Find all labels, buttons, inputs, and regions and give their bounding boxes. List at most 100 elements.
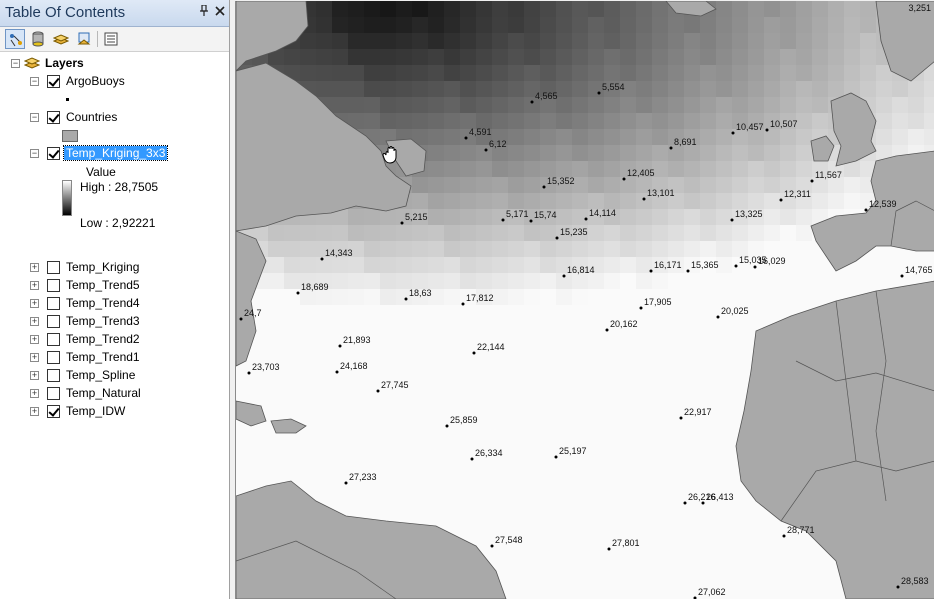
- buoy-point[interactable]: [669, 146, 673, 150]
- buoy-point[interactable]: [716, 315, 720, 319]
- expand-toggle-temp-trend4[interactable]: +: [30, 299, 39, 308]
- checkbox-argobuoys[interactable]: [47, 75, 60, 88]
- buoy-point[interactable]: [779, 198, 783, 202]
- list-by-source-button[interactable]: [28, 29, 48, 49]
- layers-root-label[interactable]: Layers: [45, 56, 84, 70]
- buoy-point[interactable]: [753, 265, 757, 269]
- buoy-point[interactable]: [607, 547, 611, 551]
- buoy-point[interactable]: [562, 274, 566, 278]
- expand-toggle-temp-natural[interactable]: +: [30, 389, 39, 398]
- expand-toggle-temp-trend2[interactable]: +: [30, 335, 39, 344]
- layer-label-temp-kriging-3x3[interactable]: Temp_Kriging_3x3: [62, 145, 169, 161]
- map-display[interactable]: 5,554 4,565 4,591 6,12 8,691 10,457 10,507 15,3…: [235, 1, 934, 599]
- buoy-point[interactable]: [335, 370, 339, 374]
- buoy-point[interactable]: [605, 328, 609, 332]
- buoy-point[interactable]: [400, 221, 404, 225]
- checkbox-temp-spline[interactable]: [47, 369, 60, 382]
- buoy-point[interactable]: [649, 269, 653, 273]
- buoy-point[interactable]: [445, 424, 449, 428]
- buoy-point[interactable]: [584, 217, 588, 221]
- buoy-point[interactable]: [597, 91, 601, 95]
- selection-icon: [77, 32, 91, 45]
- buoy-point[interactable]: [247, 371, 251, 375]
- buoy-point[interactable]: [239, 317, 243, 321]
- expand-toggle-temp-trend3[interactable]: +: [30, 317, 39, 326]
- checkbox-temp-trend5[interactable]: [47, 279, 60, 292]
- buoy-point[interactable]: [896, 585, 900, 589]
- layer-label-countries[interactable]: Countries: [66, 110, 117, 124]
- buoy-point[interactable]: [900, 274, 904, 278]
- checkbox-temp-kriging[interactable]: [47, 261, 60, 274]
- layer-label-temp-trend1[interactable]: Temp_Trend1: [66, 350, 140, 364]
- buoy-value-label: 16,029: [758, 256, 786, 266]
- expand-toggle-temp-trend1[interactable]: +: [30, 353, 39, 362]
- buoy-point[interactable]: [404, 297, 408, 301]
- buoy-point[interactable]: [730, 218, 734, 222]
- buoy-point[interactable]: [490, 544, 494, 548]
- buoy-point[interactable]: [472, 351, 476, 355]
- buoy-point[interactable]: [686, 269, 690, 273]
- buoy-point[interactable]: [338, 344, 342, 348]
- buoy-point[interactable]: [470, 457, 474, 461]
- buoy-point[interactable]: [554, 455, 558, 459]
- layer-label-temp-spline[interactable]: Temp_Spline: [66, 368, 135, 382]
- buoy-point[interactable]: [376, 389, 380, 393]
- buoy-point[interactable]: [731, 131, 735, 135]
- expand-toggle-argobuoys[interactable]: −: [30, 77, 39, 86]
- list-by-drawing-order-button[interactable]: [5, 29, 25, 49]
- expand-toggle-countries[interactable]: −: [30, 113, 39, 122]
- checkbox-temp-trend3[interactable]: [47, 315, 60, 328]
- options-button[interactable]: [101, 29, 121, 49]
- checkbox-temp-trend1[interactable]: [47, 351, 60, 364]
- layer-label-argobuoys[interactable]: ArgoBuoys: [66, 74, 125, 88]
- expand-toggle-temp-spline[interactable]: +: [30, 371, 39, 380]
- expand-toggle-temp-kriging-3x3[interactable]: −: [30, 149, 39, 158]
- buoy-point[interactable]: [529, 219, 533, 223]
- layer-label-temp-trend3[interactable]: Temp_Trend3: [66, 314, 140, 328]
- checkbox-temp-trend2[interactable]: [47, 333, 60, 346]
- buoy-point[interactable]: [461, 302, 465, 306]
- layer-label-temp-natural[interactable]: Temp_Natural: [66, 386, 141, 400]
- checkbox-temp-idw[interactable]: [47, 405, 60, 418]
- checkbox-temp-kriging-3x3[interactable]: [47, 147, 60, 160]
- layer-label-temp-trend4[interactable]: Temp_Trend4: [66, 296, 140, 310]
- pin-icon[interactable]: [199, 4, 209, 20]
- expand-toggle-temp-kriging[interactable]: +: [30, 263, 39, 272]
- buoy-value-label: 20,162: [610, 319, 638, 329]
- buoy-value-label: 23,703: [252, 362, 280, 372]
- buoy-point[interactable]: [542, 185, 546, 189]
- buoy-point[interactable]: [555, 236, 559, 240]
- buoy-point[interactable]: [622, 177, 626, 181]
- buoy-point[interactable]: [484, 148, 488, 152]
- buoy-point[interactable]: [296, 291, 300, 295]
- buoy-point[interactable]: [765, 128, 769, 132]
- checkbox-temp-trend4[interactable]: [47, 297, 60, 310]
- checkbox-temp-natural[interactable]: [47, 387, 60, 400]
- buoy-point[interactable]: [683, 501, 687, 505]
- buoy-point[interactable]: [344, 481, 348, 485]
- layer-label-temp-kriging[interactable]: Temp_Kriging: [66, 260, 139, 274]
- buoy-point[interactable]: [782, 534, 786, 538]
- list-by-visibility-button[interactable]: [51, 29, 71, 49]
- buoy-point[interactable]: [734, 264, 738, 268]
- layer-label-temp-idw[interactable]: Temp_IDW: [66, 404, 125, 418]
- layer-label-temp-trend5[interactable]: Temp_Trend5: [66, 278, 140, 292]
- list-by-selection-button[interactable]: [74, 29, 94, 49]
- buoy-point[interactable]: [639, 306, 643, 310]
- buoy-point[interactable]: [501, 218, 505, 222]
- layer-label-temp-trend2[interactable]: Temp_Trend2: [66, 332, 140, 346]
- buoy-point[interactable]: [810, 179, 814, 183]
- expand-toggle-temp-idw[interactable]: +: [30, 407, 39, 416]
- checkbox-countries[interactable]: [47, 111, 60, 124]
- map-canvas[interactable]: 5,554 4,565 4,591 6,12 8,691 10,457 10,507 15,3…: [236, 1, 934, 599]
- buoy-point[interactable]: [642, 197, 646, 201]
- expand-toggle-temp-trend5[interactable]: +: [30, 281, 39, 290]
- buoy-point[interactable]: [864, 208, 868, 212]
- buoy-point[interactable]: [464, 136, 468, 140]
- close-icon[interactable]: [215, 5, 225, 20]
- buoy-point[interactable]: [679, 416, 683, 420]
- buoy-point[interactable]: [530, 100, 534, 104]
- buoy-point[interactable]: [701, 501, 705, 505]
- buoy-point[interactable]: [320, 257, 324, 261]
- expand-toggle-layers[interactable]: −: [11, 59, 20, 68]
